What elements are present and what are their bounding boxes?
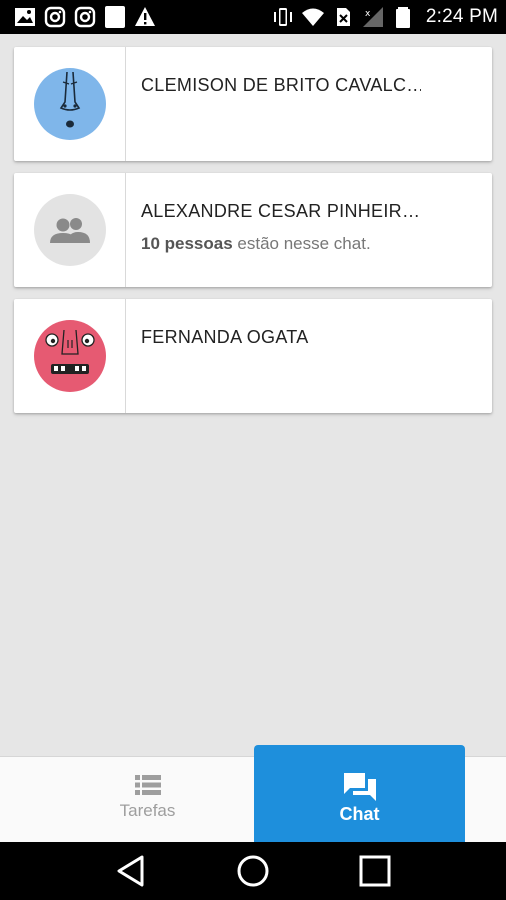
status-bar-system: x 2:24 PM [272,6,498,28]
group-icon [49,218,90,243]
status-bar: x 2:24 PM [0,0,506,34]
participants-count: 10 pessoas [141,234,233,253]
list-icon [134,775,161,795]
chat-title: ALEXANDRE CESAR PINHEIR… [141,201,421,221]
chat-subtitle: 10 pessoas estão nesse chat. [141,234,492,254]
chat-item[interactable]: CLEMISON DE BRITO CAVALC… [14,47,492,161]
recents-button[interactable] [355,851,395,891]
chat-avatar-column [14,47,126,161]
svg-text:x: x [365,9,371,19]
recents-icon [359,855,391,887]
chat-item-body: ALEXANDRE CESAR PINHEIR… 10 pessoas estã… [126,173,492,287]
chat-avatar-column [14,299,126,413]
bottom-tab-bar: Tarefas Chat [0,745,506,843]
chat-item[interactable]: FERNANDA OGATA [14,299,492,413]
blank-square-icon [104,6,126,28]
blue-face-avatar [33,68,106,140]
tab-chat[interactable]: Chat [254,745,465,843]
back-button[interactable] [111,851,151,891]
signal-icon: x [362,6,384,28]
navigation-bar [0,842,506,900]
vibrate-icon [272,6,294,28]
back-icon [117,855,144,887]
tab-tarefas[interactable]: Tarefas [90,775,205,821]
pink-face-avatar [33,320,106,392]
warning-icon [134,6,156,28]
group-avatar [33,194,106,266]
chat-avatar-column [14,173,126,287]
chat-item-body: CLEMISON DE BRITO CAVALC… [126,47,492,161]
no-sim-icon [332,6,354,28]
home-icon [237,855,269,887]
participants-text: estão nesse chat. [232,234,371,253]
chat-item[interactable]: ALEXANDRE CESAR PINHEIR… 10 pessoas estã… [14,173,492,287]
status-bar-notifications [14,6,156,28]
chat-bubbles-icon [343,772,376,801]
chat-item-body: FERNANDA OGATA [126,299,492,413]
tab-tarefas-label: Tarefas [119,801,176,820]
battery-icon [392,6,414,28]
home-button[interactable] [233,851,273,891]
status-time: 2:24 PM [425,6,498,27]
chat-title: CLEMISON DE BRITO CAVALC… [141,75,421,95]
chat-list: CLEMISON DE BRITO CAVALC… ALEXANDRE CESA… [14,47,492,425]
wifi-icon [301,6,324,28]
instagram-icon [74,6,96,28]
image-icon [14,6,36,28]
tab-chat-label: Chat [339,803,380,824]
chat-title: FERNANDA OGATA [141,327,309,347]
instagram-icon [44,6,66,28]
